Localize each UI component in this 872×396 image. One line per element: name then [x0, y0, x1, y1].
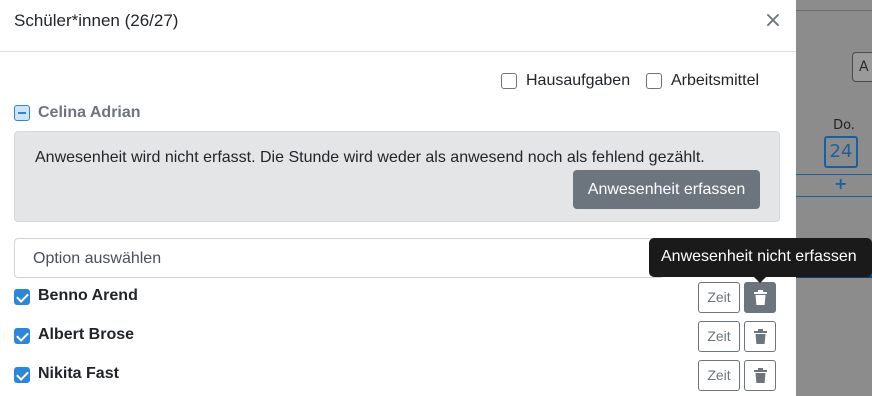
time-button[interactable]: Zeit	[698, 321, 740, 352]
materials-label: Arbeitsmittel	[671, 72, 760, 89]
student-name: Albert Brose	[38, 326, 135, 343]
trash-icon	[754, 368, 767, 383]
tooltip: Anwesenheit nicht erfassen	[649, 238, 872, 277]
student-checkbox[interactable]	[14, 289, 30, 305]
homework-checkbox[interactable]	[501, 73, 517, 89]
time-button[interactable]: Zeit	[698, 360, 740, 391]
modal-title: Schüler*innen (26/27)	[14, 11, 179, 30]
student-row: Benno Arend Zeit	[14, 282, 776, 314]
homework-label: Hausaufgaben	[526, 72, 631, 89]
tooltip-arrow	[754, 277, 766, 283]
background-plus: +	[834, 174, 848, 193]
background-app: A Do. 24 +	[796, 0, 872, 396]
trash-icon	[754, 329, 767, 344]
delete-button[interactable]	[744, 282, 776, 313]
current-student-name: Celina Adrian	[38, 104, 141, 121]
students-modal: Schüler*innen (26/27) × Hausaufgaben Arb…	[0, 0, 796, 396]
option-select-placeholder: Option auswählen	[33, 250, 162, 267]
student-checkbox[interactable]	[14, 367, 30, 383]
student-name: Nikita Fast	[38, 365, 119, 382]
current-student: Celina Adrian	[14, 104, 141, 122]
background-divider	[796, 10, 872, 11]
background-date: 24	[824, 136, 858, 168]
modal-header: Schüler*innen (26/27) ×	[0, 0, 796, 52]
attendance-alert-text: Anwesenheit wird nicht erfasst. Die Stun…	[35, 149, 705, 166]
time-button[interactable]: Zeit	[698, 282, 740, 313]
background-line	[796, 196, 872, 197]
background-button: A	[852, 52, 872, 82]
record-attendance-button[interactable]: Anwesenheit erfassen	[573, 170, 760, 209]
materials-filter[interactable]: Arbeitsmittel	[646, 72, 759, 90]
delete-button[interactable]	[744, 360, 776, 391]
homework-filter[interactable]: Hausaufgaben	[501, 72, 630, 90]
materials-checkbox[interactable]	[646, 73, 662, 89]
background-day-label: Do.	[833, 118, 855, 133]
student-checkbox[interactable]	[14, 328, 30, 344]
attendance-alert: Anwesenheit wird nicht erfasst. Die Stun…	[14, 131, 780, 222]
student-row: Albert Brose Zeit	[14, 321, 776, 353]
trash-icon	[754, 290, 767, 305]
current-student-checkbox[interactable]	[14, 105, 30, 121]
close-icon[interactable]: ×	[762, 8, 784, 34]
student-row: Nikita Fast Zeit	[14, 360, 776, 392]
student-name: Benno Arend	[38, 287, 138, 304]
option-select[interactable]: Option auswählen	[14, 238, 664, 278]
delete-button[interactable]	[744, 321, 776, 352]
